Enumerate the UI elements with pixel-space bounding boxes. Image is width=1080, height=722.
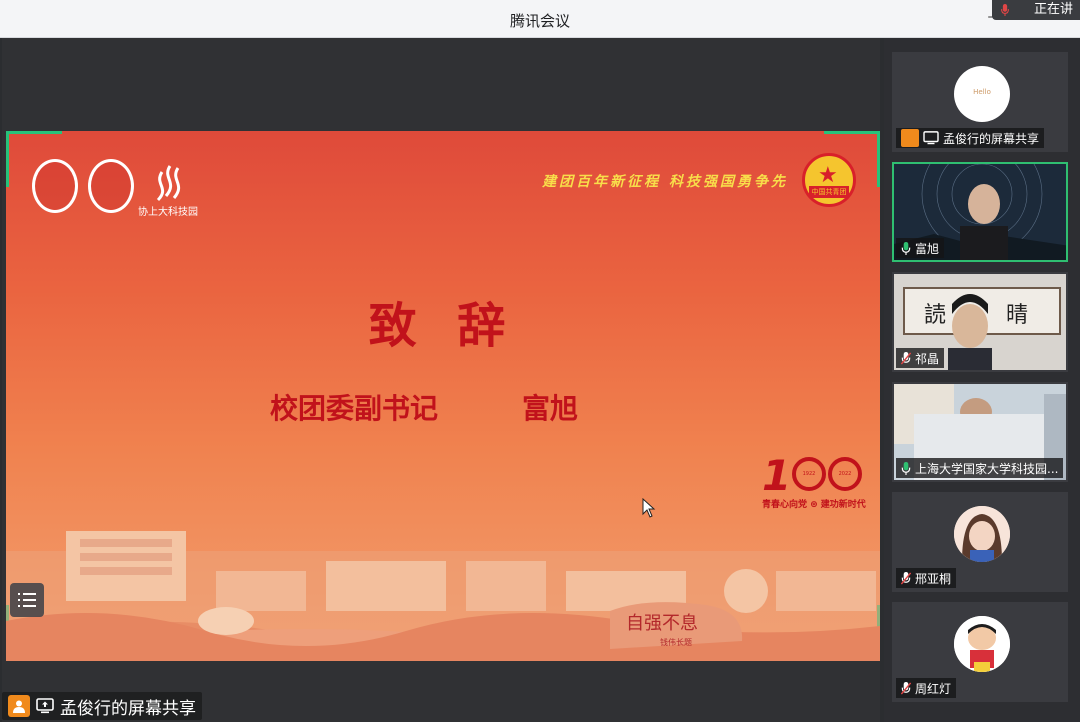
participant-name: 孟俊行的屏幕共享 — [943, 131, 1040, 146]
microphone-icon — [1001, 3, 1009, 16]
participant-name: 富旭 — [915, 241, 940, 256]
youth-league-badge-icon: ★ 中国共青团 — [802, 153, 856, 207]
badge-text: 中国共青团 — [809, 186, 849, 198]
list-icon — [18, 593, 36, 607]
microphone-muted-icon — [901, 681, 911, 695]
centennial-year-start: 1922 — [802, 471, 816, 477]
participant-list-toggle-button[interactable] — [10, 583, 44, 617]
microphone-muted-icon — [901, 571, 911, 585]
centennial-number: 1 — [762, 451, 791, 500]
shared-slide: 协上大科技园 建团百年新征程 科技强国勇争先 ★ 中国共青团 致 辞 校团委副书… — [6, 131, 880, 661]
participant-label: 富旭 — [896, 238, 945, 258]
participant-tile[interactable]: 読 晴 祁晶 — [892, 272, 1068, 372]
centennial-ring-icon: 2022 — [828, 457, 862, 491]
participant-label: 孟俊行的屏幕共享 — [896, 128, 1045, 148]
centennial-year-end: 2022 — [838, 471, 852, 477]
participant-tile[interactable]: Hello 孟俊行的屏幕共享 — [892, 52, 1068, 152]
participant-tile[interactable]: 上海大学国家大学科技园... — [892, 382, 1068, 482]
avatar-text: Hello — [973, 88, 991, 96]
rock-signature: 钱伟长题 — [660, 637, 692, 647]
microphone-muted-icon — [901, 351, 911, 365]
participant-name: 邢亚桐 — [915, 571, 952, 586]
campus-illustration: 自强不息 钱伟长题 — [6, 531, 880, 661]
participant-label: 祁晶 — [896, 348, 945, 368]
person-icon — [8, 695, 30, 717]
university-logo-icon — [32, 159, 78, 213]
participant-label: 上海大学国家大学科技园... — [896, 458, 1064, 478]
microphone-icon — [901, 461, 911, 475]
participant-label: 周红灯 — [896, 678, 957, 698]
participant-name: 周红灯 — [915, 681, 952, 696]
participant-panel: Hello 孟俊行的屏幕共享 富旭 読 晴 祁晶 上海大学国家大学科技园... … — [884, 38, 1080, 722]
avatar — [954, 616, 1010, 672]
participant-tile[interactable]: 邢亚桐 — [892, 492, 1068, 592]
microphone-icon — [901, 241, 911, 255]
mouse-cursor-icon — [642, 498, 656, 518]
participant-tile[interactable]: 富旭 — [892, 162, 1068, 262]
rock-inscription: 自强不息 — [626, 613, 698, 634]
window-title: 腾讯会议 — [509, 12, 570, 30]
slide-speaker-name: 富旭 — [522, 392, 579, 425]
title-bar: 腾讯会议 – ▭ 正在讲 — [0, 0, 1080, 38]
svg-text:晴: 晴 — [1006, 303, 1028, 328]
logo-caption: 协上大科技园 — [138, 207, 198, 218]
screen-share-label: 孟俊行的屏幕共享 — [60, 698, 196, 719]
svg-text:読: 読 — [924, 303, 946, 328]
avatar: Hello — [954, 66, 1010, 122]
speaking-indicator: 正在讲 — [992, 0, 1080, 20]
participant-name: 祁晶 — [915, 351, 940, 366]
screen-share-icon — [923, 131, 939, 145]
participant-name: 上海大学国家大学科技园... — [915, 461, 1059, 476]
avatar — [954, 506, 1010, 562]
youth-league-logo-icon — [88, 159, 134, 213]
slide-heading: 致 辞 — [368, 298, 518, 354]
screen-share-badge: 孟俊行的屏幕共享 — [2, 692, 202, 720]
centennial-ring-icon: 1922 — [792, 457, 826, 491]
main-stage: 协上大科技园 建团百年新征程 科技强国勇争先 ★ 中国共青团 致 辞 校团委副书… — [2, 38, 880, 722]
speaking-label: 正在讲 — [1034, 2, 1074, 17]
slide-slogan: 建团百年新征程 科技强国勇争先 — [542, 174, 788, 190]
participant-tile[interactable]: 周红灯 — [892, 602, 1068, 702]
person-icon — [901, 129, 919, 147]
participant-label: 邢亚桐 — [896, 568, 957, 588]
slide-subheading: 校团委副书记 — [270, 392, 439, 425]
screen-share-icon — [36, 698, 54, 714]
